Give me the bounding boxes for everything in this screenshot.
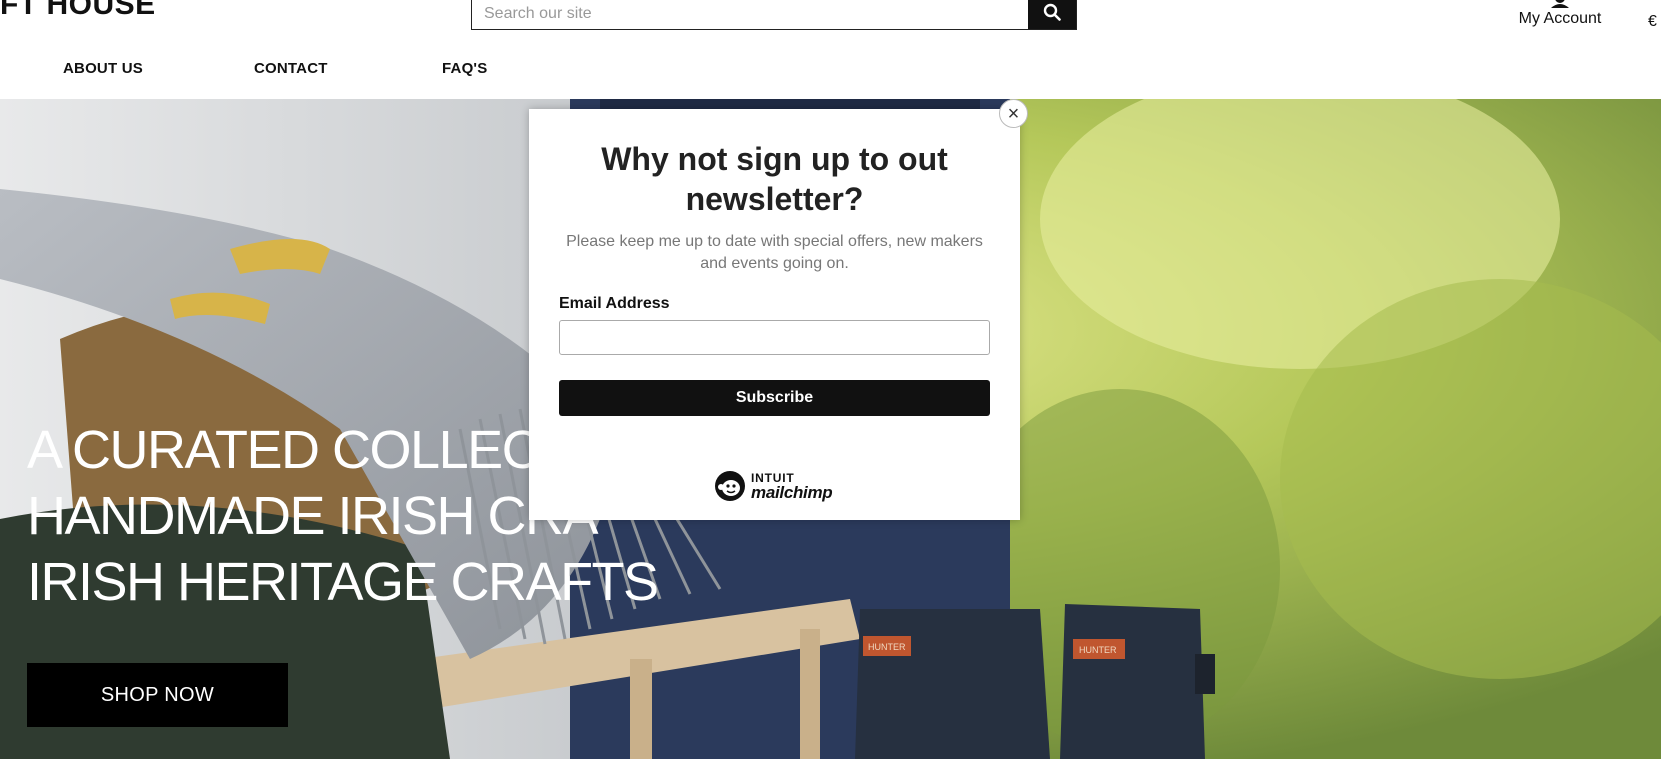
currency-selector[interactable]: € — [1648, 13, 1657, 31]
email-label: Email Address — [559, 295, 670, 312]
nav-item-contact[interactable]: CONTACT — [254, 60, 328, 77]
account-label: My Account — [1518, 10, 1602, 27]
search-bar — [471, 0, 1077, 30]
boot-brand-label: HUNTER — [868, 642, 906, 652]
close-icon: × — [1007, 102, 1020, 125]
hero-title-line: IRISH HERITAGE CRAFTS — [27, 552, 659, 612]
subscribe-button[interactable]: Subscribe — [559, 380, 990, 416]
account-icon — [1551, 0, 1569, 8]
main-nav: ABOUT US CONTACT FAQ'S — [0, 60, 600, 82]
modal-description: Please keep me up to date with special o… — [566, 233, 983, 272]
mailchimp-logo-icon — [715, 471, 745, 501]
nav-item-about-us[interactable]: ABOUT US — [63, 60, 143, 77]
search-input[interactable] — [472, 0, 1028, 29]
shop-now-button[interactable]: SHOP NOW — [27, 663, 288, 727]
modal-title: Why not sign up to out newsletter? — [601, 141, 948, 217]
site-logo[interactable]: FT HOUSE — [0, 0, 156, 22]
mailchimp-badge-name: mailchimp — [751, 482, 833, 502]
boot-brand-label: HUNTER — [1079, 645, 1117, 655]
search-button[interactable] — [1028, 0, 1076, 29]
close-button[interactable]: × — [999, 99, 1028, 128]
nav-item-faqs[interactable]: FAQ'S — [442, 60, 487, 77]
search-icon — [1043, 3, 1061, 21]
account-link[interactable]: My Account — [1508, 0, 1612, 28]
newsletter-modal: × Why not sign up to out newsletter? Ple… — [529, 99, 1028, 520]
mailchimp-badge[interactable]: INTUIT mailchimp — [713, 468, 833, 504]
email-field[interactable] — [559, 320, 990, 355]
mailchimp-badge-intuit: INTUIT — [751, 470, 795, 485]
